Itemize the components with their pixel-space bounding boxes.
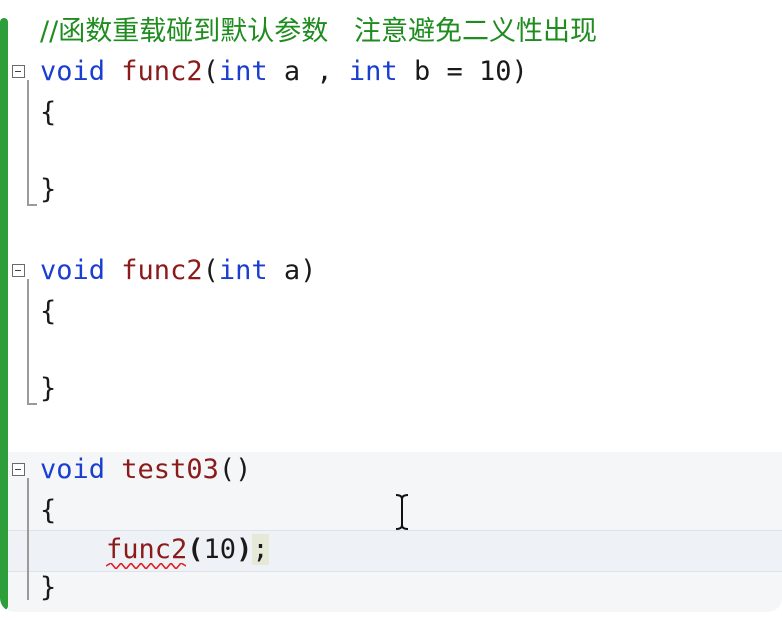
- open-brace: {: [40, 296, 57, 327]
- paren-open: (: [202, 255, 219, 286]
- function-name: func2: [121, 255, 203, 286]
- scope-guide-line: [27, 279, 29, 404]
- close-brace: }: [40, 572, 57, 603]
- function-name: func2: [121, 56, 203, 87]
- code-line-open-brace[interactable]: {: [40, 93, 56, 133]
- code-line-func2-two-params[interactable]: void func2(int a , int b = 10): [40, 52, 528, 92]
- function-call-name: func2: [106, 534, 188, 565]
- keyword-void: void: [40, 454, 106, 485]
- text-cursor-ibeam-icon: [395, 494, 409, 530]
- code-line-func2-one-param[interactable]: void func2(int a): [40, 251, 316, 291]
- collapse-toggle-icon[interactable]: [12, 65, 25, 78]
- code-line-open-brace[interactable]: {: [40, 491, 56, 531]
- semicolon: ;: [252, 534, 269, 565]
- code-line-close-brace[interactable]: }: [40, 568, 56, 608]
- open-brace: {: [40, 495, 57, 526]
- call-argument: 10: [203, 534, 237, 565]
- param-text: b = 10): [397, 56, 528, 87]
- code-editor[interactable]: //函数重载碰到默认参数 注意避免二义性出现 void func2(int a …: [0, 0, 782, 612]
- code-line-close-brace[interactable]: }: [40, 369, 56, 409]
- scope-guide-end: [27, 204, 37, 206]
- paren-open: (: [187, 534, 204, 565]
- code-line-open-brace[interactable]: {: [40, 292, 56, 332]
- collapse-toggle-icon[interactable]: [12, 264, 25, 277]
- param-text: (): [218, 454, 252, 485]
- paren-open: (: [202, 56, 219, 87]
- close-brace: }: [40, 373, 57, 404]
- scope-guide-end: [27, 403, 37, 405]
- code-line-close-brace[interactable]: }: [40, 170, 56, 210]
- param-text: a ,: [267, 56, 349, 87]
- change-indicator-bar: [0, 18, 8, 610]
- collapse-toggle-icon[interactable]: [12, 463, 25, 476]
- code-line-test03[interactable]: void test03(): [40, 450, 251, 490]
- param-text: a): [267, 255, 317, 286]
- close-brace: }: [40, 174, 57, 205]
- keyword-int: int: [218, 255, 268, 286]
- function-name: test03: [121, 454, 219, 485]
- paren-close: ): [236, 534, 253, 565]
- keyword-int: int: [218, 56, 268, 87]
- keyword-int: int: [348, 56, 398, 87]
- error-squiggle-icon: [106, 563, 186, 569]
- code-comment[interactable]: //函数重载碰到默认参数 注意避免二义性出现: [40, 12, 597, 52]
- scope-guide-line: [27, 80, 29, 205]
- scope-guide-line: [27, 478, 29, 600]
- open-brace: {: [40, 97, 57, 128]
- keyword-void: void: [40, 255, 106, 286]
- keyword-void: void: [40, 56, 106, 87]
